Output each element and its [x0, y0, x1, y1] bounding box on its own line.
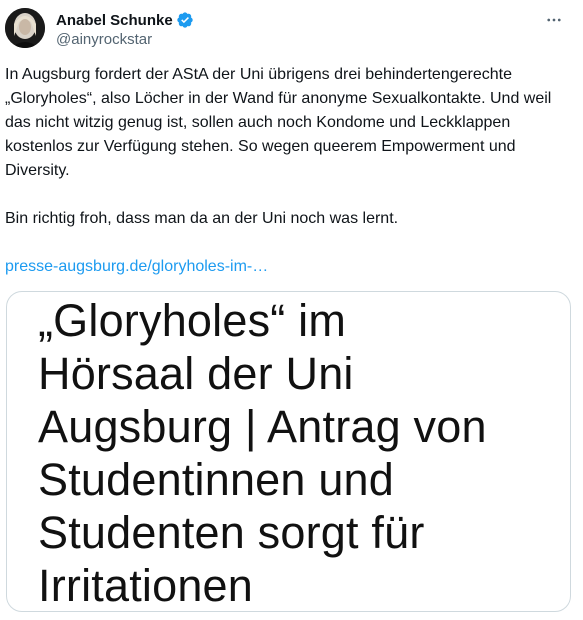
avatar-image: [5, 8, 45, 48]
card-headline-line: Studentinnen und: [38, 454, 395, 505]
tweet-text: In Augsburg fordert der AStA der Uni übr…: [5, 63, 575, 279]
tweet: Anabel Schunke @ainyrockstar In Augsburg…: [0, 0, 583, 620]
more-dots-icon[interactable]: [539, 8, 569, 32]
card-headline-line: Irritationen: [38, 560, 254, 611]
verified-badge-icon: [176, 11, 194, 29]
card-headline-line: Augsburg | Antrag von: [38, 401, 487, 452]
card-headline-line: Studenten sorgt für: [38, 507, 425, 558]
tweet-link[interactable]: presse-augsburg.de/gloryholes-im-…: [5, 255, 575, 279]
author-block: Anabel Schunke @ainyrockstar: [56, 10, 194, 48]
card-headline: „Gloryholes“ im Hörsaal der Uni Augsburg…: [38, 294, 558, 611]
name-row: Anabel Schunke: [56, 10, 194, 30]
handle[interactable]: @ainyrockstar: [56, 31, 194, 48]
display-name[interactable]: Anabel Schunke: [56, 12, 173, 29]
avatar[interactable]: [5, 8, 45, 48]
link-card[interactable]: „Gloryholes“ im Hörsaal der Uni Augsburg…: [6, 291, 571, 612]
card-headline-line: „Gloryholes“ im: [38, 295, 347, 346]
tweet-header: Anabel Schunke @ainyrockstar: [5, 6, 575, 54]
card-headline-line: Hörsaal der Uni: [38, 348, 354, 399]
tweet-paragraph-1: In Augsburg fordert der AStA der Uni übr…: [5, 66, 552, 179]
tweet-paragraph-2: Bin richtig froh, dass man da an der Uni…: [5, 210, 399, 227]
